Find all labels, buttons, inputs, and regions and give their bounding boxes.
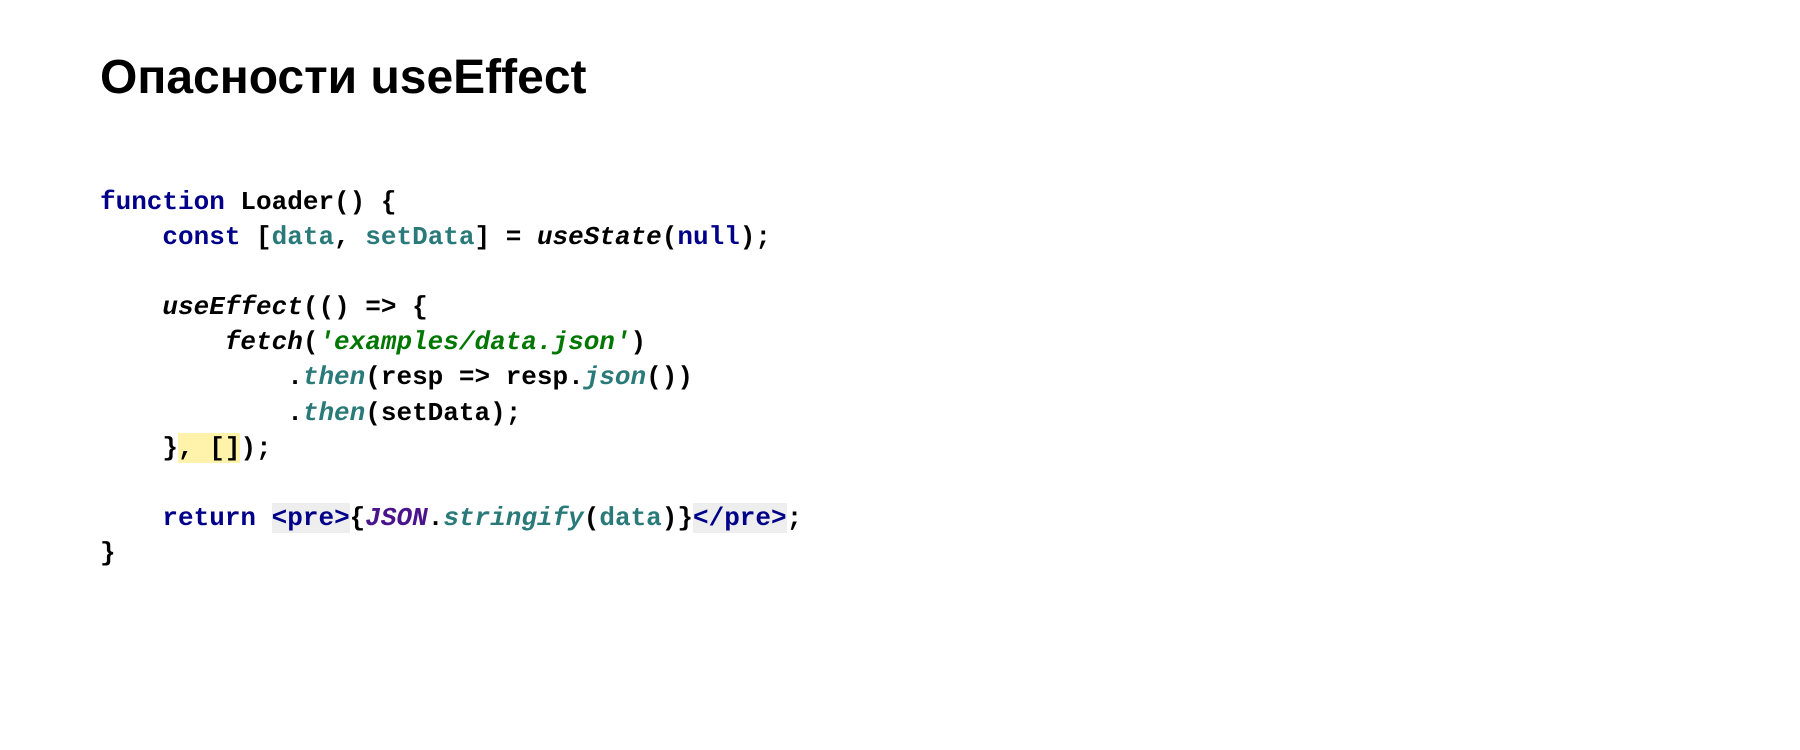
jsx-tag-open: <pre> xyxy=(272,503,350,533)
bracket: [ xyxy=(240,222,271,252)
indent xyxy=(100,503,162,533)
method-json: json xyxy=(584,362,646,392)
deps-array-highlight: , [] xyxy=(178,433,240,463)
string-literal: 'examples/data.json' xyxy=(318,327,630,357)
dot: . xyxy=(428,503,444,533)
kw-return: return xyxy=(162,503,256,533)
call-rest: (setData); xyxy=(365,398,521,428)
obj-json: JSON xyxy=(365,503,427,533)
arrow-open: (() => { xyxy=(303,292,428,322)
brace-close: } xyxy=(100,538,116,568)
space xyxy=(256,503,272,533)
line-end: ); xyxy=(740,222,771,252)
line-end: ); xyxy=(240,433,271,463)
paren: ) xyxy=(631,327,647,357)
kw-null: null xyxy=(677,222,739,252)
indent xyxy=(100,292,162,322)
method-stringify: stringify xyxy=(443,503,583,533)
var-data: data xyxy=(599,503,661,533)
paren: ( xyxy=(303,327,319,357)
fn-signature: Loader() { xyxy=(225,187,397,217)
brace-close: } xyxy=(100,433,178,463)
indent xyxy=(100,222,162,252)
method-then: then xyxy=(303,398,365,428)
paren: ()) xyxy=(646,362,693,392)
method-then: then xyxy=(303,362,365,392)
slide-container: Опасности useEffect function Loader() { … xyxy=(0,0,1800,611)
comma: , xyxy=(334,222,365,252)
kw-function: function xyxy=(100,187,225,217)
brace: { xyxy=(350,503,366,533)
kw-const: const xyxy=(162,222,240,252)
var-setdata: setData xyxy=(365,222,474,252)
jsx-tag-close: </pre> xyxy=(693,503,787,533)
indent: . xyxy=(100,398,303,428)
code-snippet: function Loader() { const [data, setData… xyxy=(100,185,1700,571)
indent xyxy=(100,327,225,357)
paren: ( xyxy=(662,222,678,252)
semi: ; xyxy=(787,503,803,533)
bracket: ] = xyxy=(475,222,537,252)
arrow-body: (resp => resp. xyxy=(365,362,583,392)
fn-fetch: fetch xyxy=(225,327,303,357)
slide-title: Опасности useEffect xyxy=(100,50,1700,105)
indent: . xyxy=(100,362,303,392)
var-data: data xyxy=(272,222,334,252)
fn-useeffect: useEffect xyxy=(162,292,302,322)
fn-usestate: useState xyxy=(537,222,662,252)
paren-brace: )} xyxy=(662,503,693,533)
paren: ( xyxy=(584,503,600,533)
